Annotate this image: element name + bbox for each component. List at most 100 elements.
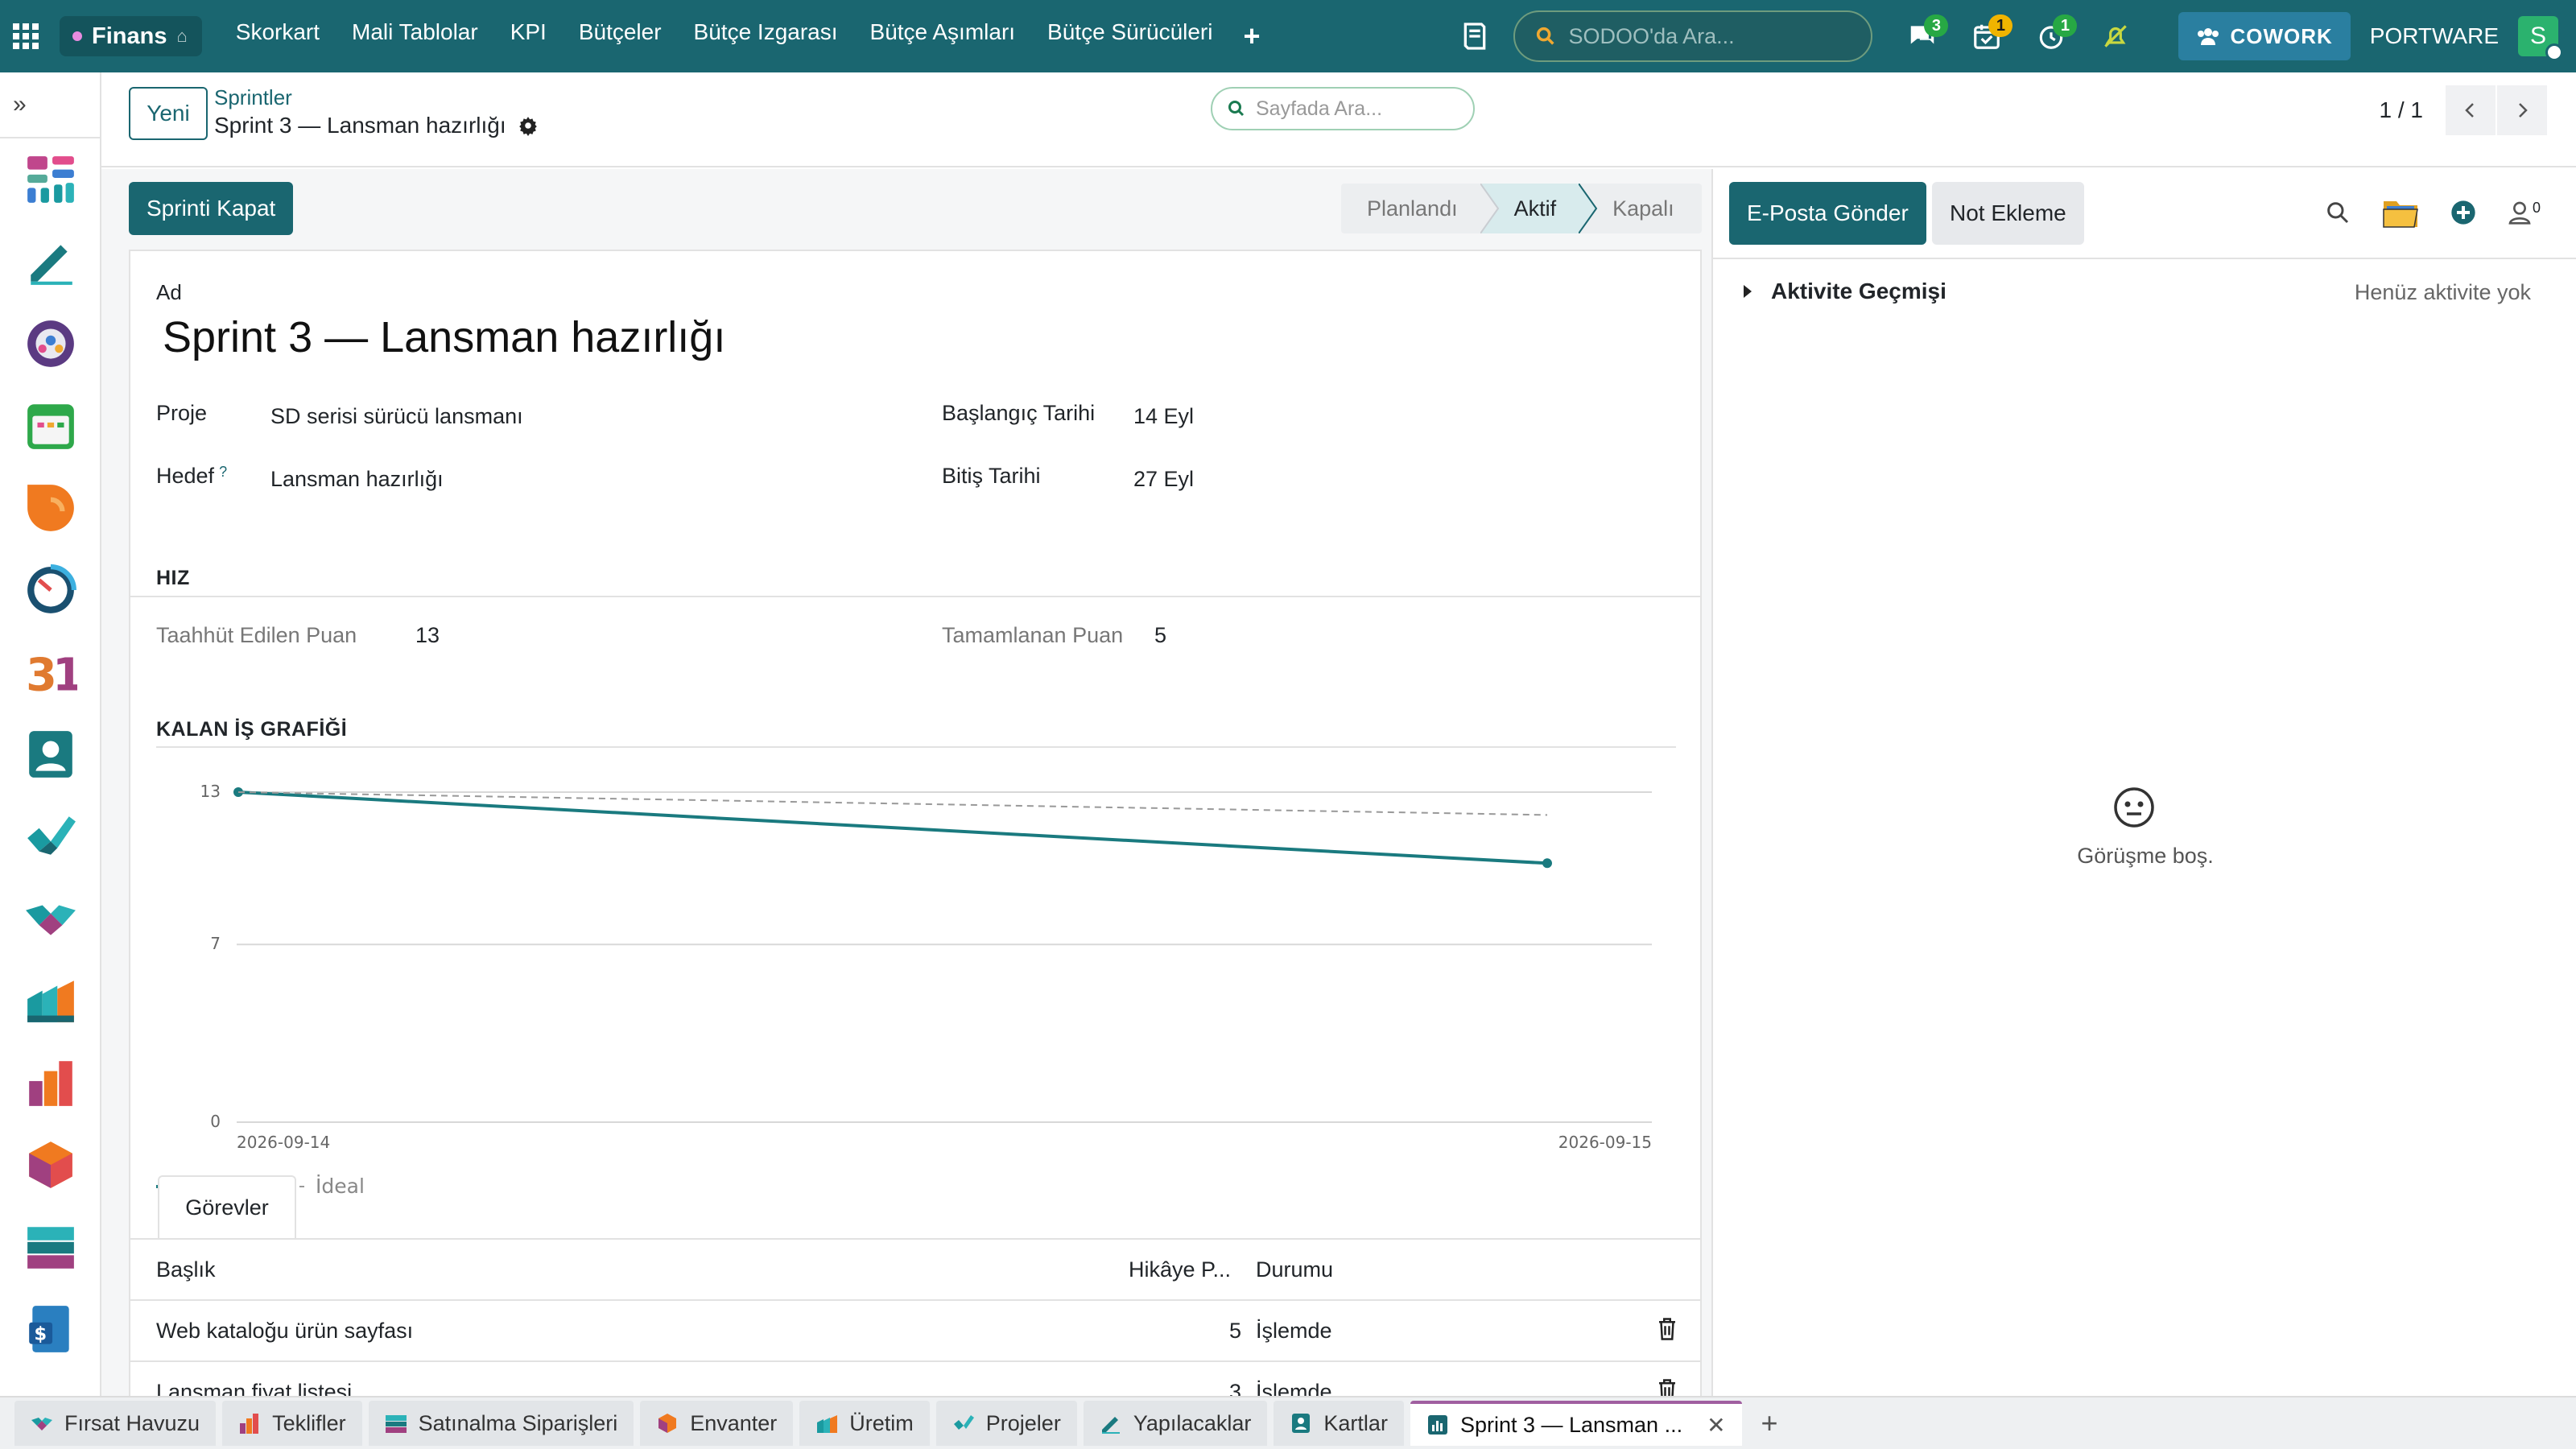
- sidebar-app-discuss[interactable]: [0, 467, 101, 549]
- help-tooltip-icon[interactable]: ?: [219, 464, 227, 480]
- bottom-tab-leads[interactable]: Fırsat Havuzu: [14, 1401, 217, 1446]
- global-search-input[interactable]: SODOO'da Ara...: [1513, 10, 1873, 62]
- bottom-tab-projects[interactable]: Projeler: [935, 1401, 1077, 1446]
- end-date-field[interactable]: 27 Eyl: [1133, 467, 1194, 492]
- control-panel: Yeni Sprintler Sprint 3 — Lansman hazırl…: [101, 72, 2576, 167]
- caret-right-icon: [1744, 285, 1752, 298]
- sidebar-app-timesheet[interactable]: [0, 549, 101, 631]
- breadcrumb-parent-link[interactable]: Sprintler: [214, 85, 292, 110]
- add-activity-icon[interactable]: [2450, 200, 2476, 225]
- bottom-tab-inventory[interactable]: Envanter: [640, 1401, 794, 1446]
- pager-next-button[interactable]: [2497, 85, 2547, 135]
- sidebar-app-calendar[interactable]: [0, 385, 101, 467]
- bottom-tab-current-sprint[interactable]: Sprint 3 — Lansman ... ✕: [1410, 1401, 1742, 1446]
- close-sprint-button[interactable]: Sprinti Kapat: [129, 182, 294, 235]
- sidebar-app-manufacturing[interactable]: [0, 960, 101, 1042]
- cowork-button[interactable]: COWORK: [2178, 12, 2351, 60]
- stage-statusbar: Planlandı Aktif Kapalı: [1341, 184, 1702, 233]
- bottom-tab-quotations[interactable]: Teklifler: [222, 1401, 362, 1446]
- new-button[interactable]: Yeni: [129, 87, 208, 140]
- pager-value[interactable]: 1 / 1: [2380, 97, 2423, 123]
- activities-tray[interactable]: 1: [1961, 0, 2013, 72]
- trash-icon[interactable]: [1657, 1378, 1678, 1396]
- column-story-points[interactable]: Hikâye P...: [1129, 1257, 1231, 1282]
- attachment-folder-icon[interactable]: [2381, 193, 2420, 232]
- sidebar-app-project[interactable]: [0, 795, 101, 877]
- bottom-tab-cards[interactable]: Kartlar: [1274, 1401, 1404, 1446]
- table-row[interactable]: Lansman fiyat listesi 3 İşlemde: [130, 1362, 1700, 1396]
- add-menu-icon[interactable]: +: [1228, 19, 1274, 53]
- menu-item-budgets[interactable]: Bütçeler: [563, 19, 678, 53]
- log-note-button[interactable]: Not Ekleme: [1932, 182, 2084, 245]
- tasks-table-header: Başlık Hikâye P... Durumu: [130, 1238, 1700, 1301]
- timer-badge: 1: [2053, 14, 2078, 37]
- menu-item-budget-overruns[interactable]: Bütçe Aşımları: [854, 19, 1032, 53]
- sidebar-app-inventory[interactable]: [0, 1124, 101, 1206]
- completed-points-value: 5: [1154, 623, 1167, 647]
- app-switcher[interactable]: Finans ⌂: [60, 16, 202, 56]
- notifications-off-tray[interactable]: [2090, 0, 2141, 72]
- project-field[interactable]: SD serisi sürücü lansmanı: [270, 404, 523, 429]
- sprint-name-field[interactable]: Sprint 3 — Lansman hazırlığı: [163, 312, 725, 362]
- knowledge-book-icon[interactable]: [1459, 20, 1491, 52]
- sidebar-app-invoicing[interactable]: $: [0, 1288, 101, 1370]
- trash-icon[interactable]: [1657, 1317, 1678, 1341]
- page-search-placeholder: Sayfada Ara...: [1256, 97, 1383, 120]
- menu-item-budget-drivers[interactable]: Bütçe Sürücüleri: [1031, 19, 1228, 53]
- sidebar-app-planning[interactable]: 31: [0, 631, 101, 713]
- sidebar-app-dashboard[interactable]: [0, 138, 101, 221]
- avatar-letter: S: [2529, 23, 2546, 49]
- bottom-tab-purchase-orders[interactable]: Satınalma Siparişleri: [368, 1401, 634, 1446]
- bottom-tab-manufacturing[interactable]: Üretim: [799, 1401, 930, 1446]
- gear-icon[interactable]: [518, 115, 539, 136]
- committed-points-label: Taahhüt Edilen Puan: [156, 623, 357, 647]
- stage-closed-label: Kapalı: [1612, 196, 1674, 221]
- goal-field[interactable]: Lansman hazırlığı: [270, 467, 444, 492]
- sidebar-app-helpdesk[interactable]: [0, 877, 101, 960]
- sidebar-app-sales[interactable]: [0, 1042, 101, 1124]
- sidebar-app-purchase[interactable]: [0, 1206, 101, 1288]
- checkmark-app-icon: [27, 816, 76, 855]
- search-icon[interactable]: [2325, 200, 2351, 225]
- company-switcher[interactable]: PORTWARE: [2370, 23, 2499, 49]
- task-title: Web kataloğu ürün sayfası: [156, 1319, 414, 1343]
- messages-tray[interactable]: 3: [1897, 0, 1949, 72]
- start-date-field[interactable]: 14 Eyl: [1133, 404, 1194, 429]
- send-message-button[interactable]: E-Posta Gönder: [1729, 182, 1926, 245]
- chat-bubble-app-icon: [27, 485, 74, 531]
- bottom-tab-todo[interactable]: Yapılacaklar: [1083, 1401, 1268, 1446]
- apps-menu-icon[interactable]: [0, 0, 52, 72]
- chatter-toolbar: 0: [2325, 193, 2541, 232]
- sidebar-app-sign[interactable]: [0, 221, 101, 303]
- activity-history-toggle[interactable]: Aktivite Geçmişi: [1742, 279, 1946, 304]
- stage-planned[interactable]: Planlandı: [1341, 184, 1499, 233]
- user-avatar[interactable]: S: [2518, 16, 2563, 61]
- column-title[interactable]: Başlık: [156, 1257, 216, 1282]
- menu-item-budget-grid[interactable]: Bütçe Izgarası: [678, 19, 854, 53]
- home-icon: ⌂: [176, 26, 188, 46]
- page-search-input[interactable]: Sayfada Ara...: [1211, 87, 1475, 130]
- name-label: Ad: [156, 280, 182, 304]
- menu-item-scorecard[interactable]: Skorkart: [220, 19, 336, 53]
- menu-item-kpi[interactable]: KPI: [494, 19, 563, 53]
- timer-tray[interactable]: 1: [2025, 0, 2078, 72]
- factory-app-icon: [27, 980, 74, 1022]
- table-row[interactable]: Web kataloğu ürün sayfası 5 İşlemde: [130, 1301, 1700, 1362]
- chevron-right-icon: [2519, 103, 2528, 118]
- systray: SODOO'da Ara... 3 1 1 COWORK PORTWARE S: [1459, 0, 2576, 72]
- tab-tasks[interactable]: Görevler: [158, 1175, 296, 1238]
- pager-previous-button[interactable]: [2446, 85, 2496, 135]
- dollar-doc-app-icon: $: [29, 1306, 69, 1352]
- sidebar-app-contacts[interactable]: [0, 713, 101, 795]
- sidebar-app-community[interactable]: [0, 303, 101, 385]
- close-tab-icon[interactable]: ✕: [1707, 1412, 1725, 1439]
- stage-closed[interactable]: Kapalı: [1580, 184, 1702, 233]
- followers-button[interactable]: 0: [2507, 200, 2541, 225]
- goal-label-text: Hedef: [156, 464, 215, 488]
- sidebar-expand-icon[interactable]: »: [0, 72, 100, 138]
- stage-active-label: Aktif: [1513, 196, 1557, 221]
- add-tab-icon[interactable]: +: [1761, 1406, 1778, 1440]
- menu-item-financial-statements[interactable]: Mali Tablolar: [336, 19, 494, 53]
- column-status[interactable]: Durumu: [1256, 1257, 1333, 1282]
- chatter-panel: E-Posta Gönder Not Ekleme 0 Aktivite Geç…: [1711, 169, 2576, 1396]
